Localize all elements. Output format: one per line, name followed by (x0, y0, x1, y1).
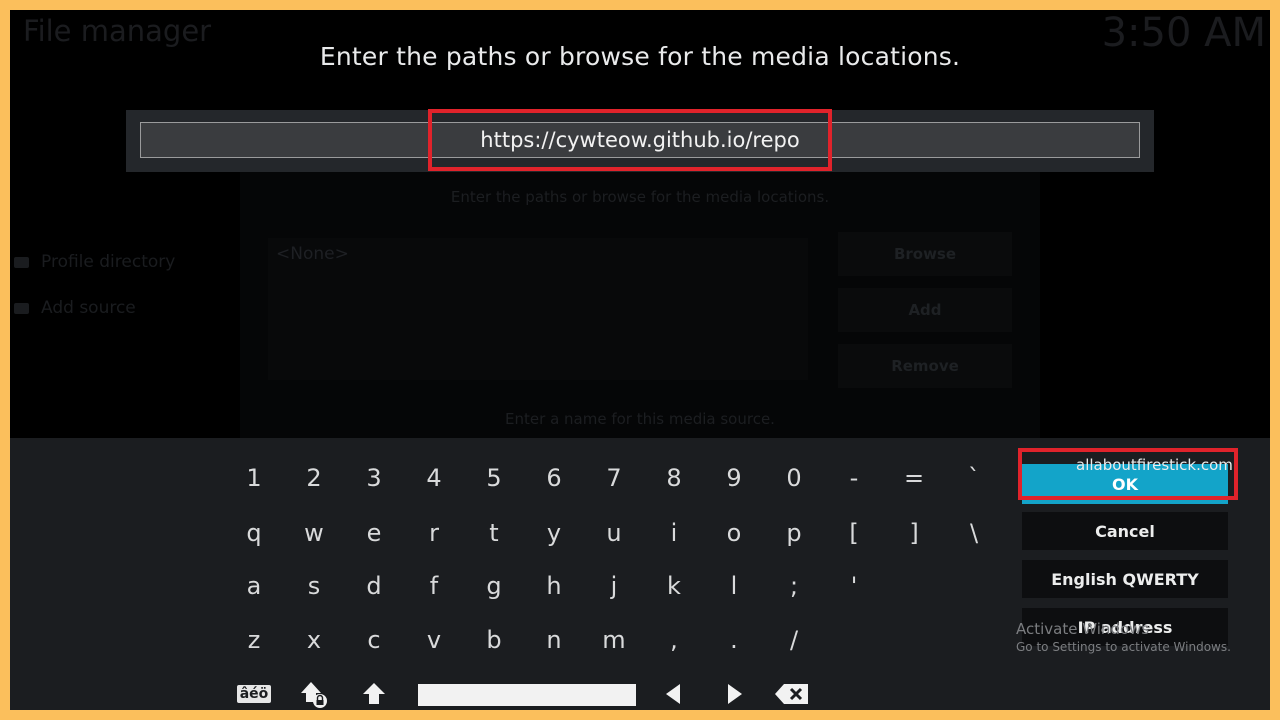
key[interactable]: 2 (294, 458, 334, 498)
key[interactable]: 3 (354, 458, 394, 498)
key[interactable]: 5 (474, 458, 514, 498)
add-source-dialog: Enter the paths or browse for the media … (240, 170, 1040, 450)
key[interactable]: - (834, 458, 874, 498)
key[interactable]: 7 (594, 458, 634, 498)
key[interactable]: b (474, 620, 514, 660)
layout-button[interactable]: English QWERTY (1022, 560, 1228, 598)
key[interactable]: \ (954, 513, 994, 553)
key[interactable]: j (594, 566, 634, 606)
key[interactable]: ] (894, 513, 934, 553)
key[interactable]: 6 (534, 458, 574, 498)
key[interactable]: d (354, 566, 394, 606)
key[interactable]: 1 (234, 458, 274, 498)
key[interactable]: r (414, 513, 454, 553)
key[interactable]: p (774, 513, 814, 553)
key[interactable]: o (714, 513, 754, 553)
key[interactable]: q (234, 513, 274, 553)
activate-subtitle: Go to Settings to activate Windows. (1016, 640, 1231, 654)
activate-title: Activate Windows (1016, 620, 1150, 638)
key[interactable]: , (654, 620, 694, 660)
sidebar-item-label: Profile directory (41, 252, 176, 272)
dialog-footer: Enter a name for this media source. (505, 410, 775, 428)
key[interactable]: [ (834, 513, 874, 553)
kodi-screen: File manager 3:50 AM Profile directory A… (10, 10, 1270, 710)
key[interactable]: 8 (654, 458, 694, 498)
arrow-right-icon[interactable] (715, 674, 755, 710)
sidebar-item-profile-directory[interactable]: Profile directory (14, 252, 175, 272)
key[interactable]: i (654, 513, 694, 553)
key[interactable]: . (714, 620, 754, 660)
key[interactable]: 9 (714, 458, 754, 498)
key[interactable]: ' (834, 566, 874, 606)
folder-icon (14, 302, 29, 314)
browse-button[interactable]: Browse (838, 232, 1012, 276)
sidebar-item-add-source[interactable]: Add source (14, 298, 136, 318)
folder-icon (14, 256, 29, 268)
add-button[interactable]: Add (838, 288, 1012, 332)
symbol-key-label: âéö (236, 685, 272, 703)
sidebar-item-label: Add source (41, 298, 136, 318)
key[interactable]: l (714, 566, 754, 606)
shift-lock-icon[interactable] (294, 674, 334, 710)
arrow-left-icon[interactable] (653, 674, 693, 710)
key[interactable]: c (354, 620, 394, 660)
key[interactable]: / (774, 620, 814, 660)
remove-button[interactable]: Remove (838, 344, 1012, 388)
source-path-item[interactable]: <None> (276, 244, 349, 264)
dialog-hint: Enter the paths or browse for the media … (450, 188, 830, 206)
key[interactable]: s (294, 566, 334, 606)
site-watermark: allaboutfirestick.com (1076, 456, 1233, 474)
key[interactable]: 0 (774, 458, 814, 498)
space-key[interactable] (418, 684, 636, 706)
source-path-list[interactable] (268, 238, 808, 380)
key[interactable]: z (234, 620, 274, 660)
cancel-button[interactable]: Cancel (1022, 512, 1228, 550)
keyboard-heading: Enter the paths or browse for the media … (319, 42, 961, 71)
key[interactable]: 4 (414, 458, 454, 498)
key[interactable]: y (534, 513, 574, 553)
key[interactable]: t (474, 513, 514, 553)
accented-chars-icon[interactable]: âéö (234, 674, 274, 710)
key[interactable]: n (534, 620, 574, 660)
key[interactable]: e (354, 513, 394, 553)
key[interactable]: f (414, 566, 454, 606)
key[interactable]: u (594, 513, 634, 553)
backspace-icon[interactable] (772, 674, 812, 710)
key[interactable]: = (894, 458, 934, 498)
key[interactable]: ; (774, 566, 814, 606)
key[interactable]: m (594, 620, 634, 660)
key[interactable]: k (654, 566, 694, 606)
key[interactable]: g (474, 566, 514, 606)
shift-icon[interactable] (354, 674, 394, 710)
key[interactable]: w (294, 513, 334, 553)
key[interactable]: h (534, 566, 574, 606)
key[interactable]: a (234, 566, 274, 606)
key[interactable]: x (294, 620, 334, 660)
activate-windows-notice: Activate Windows Go to Settings to activ… (1016, 620, 1231, 654)
key[interactable]: ` (954, 458, 994, 498)
key[interactable]: v (414, 620, 454, 660)
url-highlight-box (428, 109, 832, 171)
